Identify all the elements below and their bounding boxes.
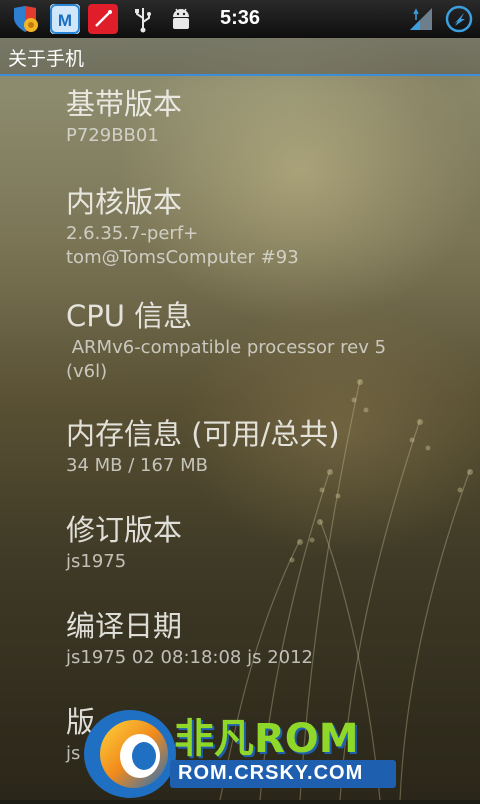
red-app-icon[interactable] <box>88 4 118 34</box>
sync-icon[interactable] <box>444 4 474 34</box>
item-label: 基带版本 <box>66 87 183 121</box>
list-item-cpu-info[interactable]: CPU 信息 ARMv6-compatible processor rev 5 … <box>66 298 466 384</box>
list-item-memory-info[interactable]: 内存信息 (可用/总共) 34 MB / 167 MB <box>66 416 466 478</box>
watermark-url: ROM.CRSKY.COM <box>178 762 364 784</box>
list-item-baseband-version[interactable]: 基带版本 P729BB01 <box>66 86 466 148</box>
list-item-build-date[interactable]: 编译日期 js1975 02 08:18:08 js 2012 <box>66 608 466 670</box>
shield-notification-icon[interactable] <box>10 4 40 34</box>
item-label: 编译日期 <box>66 609 183 643</box>
maxthon-browser-icon[interactable]: M <box>50 4 80 34</box>
item-value: js1975 <box>66 551 127 572</box>
item-label: 修订版本 <box>66 513 183 547</box>
list-item-revision-version[interactable]: 修订版本 js1975 <box>66 512 466 574</box>
item-label: 内核版本 <box>66 185 183 219</box>
crsky-rom-watermark: 非凡ROM ROM.CRSKY.COM <box>78 700 418 800</box>
item-label: 内存信息 (可用/总共) <box>66 417 340 451</box>
signal-icon <box>406 4 436 34</box>
watermark-brand: 非凡ROM <box>174 716 359 762</box>
about-phone-list[interactable]: 基带版本 P729BB01 内核版本 2.6.35.7-perf+ tom@To… <box>0 76 480 800</box>
item-value: js1975 02 08:18:08 js 2012 <box>66 647 314 668</box>
title-bar: 关于手机 <box>0 38 480 76</box>
item-value: ARMv6-compatible processor rev 5 (v6l) <box>66 337 392 382</box>
item-value: 34 MB / 167 MB <box>66 455 208 476</box>
usb-icon <box>128 4 158 34</box>
status-bar: M 5:36 <box>0 0 480 38</box>
item-label: CPU 信息 <box>66 299 193 333</box>
item-value: 2.6.35.7-perf+ tom@TomsComputer #93 <box>66 223 299 268</box>
svg-text:M: M <box>58 11 72 30</box>
android-debug-icon <box>166 4 196 34</box>
list-item-kernel-version[interactable]: 内核版本 2.6.35.7-perf+ tom@TomsComputer #93 <box>66 184 466 270</box>
item-value: P729BB01 <box>66 125 159 146</box>
page-title: 关于手机 <box>8 48 85 70</box>
status-clock: 5:36 <box>220 7 261 29</box>
